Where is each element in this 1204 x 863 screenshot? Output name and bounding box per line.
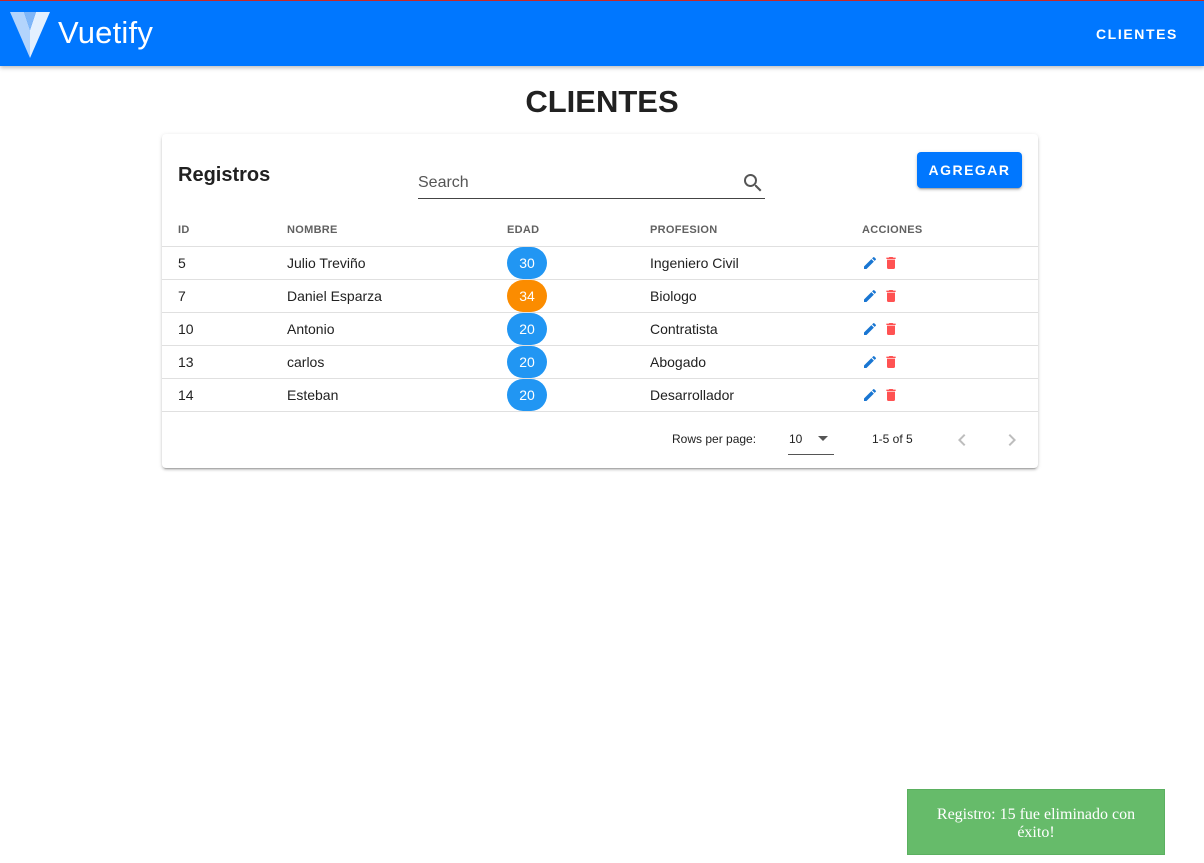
- cell-edad: 20: [491, 345, 634, 379]
- cell-profesion: Desarrollador: [634, 378, 846, 412]
- app-brand[interactable]: Vuetify: [58, 15, 153, 51]
- clients-table: ID NOMBRE EDAD PROFESION ACCIONES 5 Julio…: [162, 214, 1038, 412]
- records-card: Registros AGREGAR ID NOMBRE EDAD PROFESI…: [162, 134, 1038, 468]
- cell-edad: 30: [491, 246, 634, 280]
- search-icon[interactable]: [741, 171, 765, 195]
- cell-acciones: [846, 378, 1038, 412]
- nav-clientes-button[interactable]: CLIENTES: [1096, 26, 1178, 42]
- cell-acciones: [846, 345, 1038, 379]
- edad-chip: 20: [507, 378, 547, 411]
- cell-nombre: Antonio: [271, 312, 491, 346]
- page-title: CLIENTES: [525, 84, 679, 119]
- table-row: 13 carlos 20 Abogado: [162, 345, 1038, 379]
- edad-chip: 20: [507, 312, 547, 345]
- cell-profesion: Contratista: [634, 312, 846, 346]
- edit-icon[interactable]: [862, 288, 878, 304]
- pagination-range: 1-5 of 5: [872, 432, 913, 446]
- cell-nombre: carlos: [271, 345, 491, 379]
- delete-icon[interactable]: [883, 288, 899, 304]
- delete-icon[interactable]: [883, 387, 899, 403]
- cell-id: 5: [162, 246, 271, 280]
- cell-profesion: Abogado: [634, 345, 846, 379]
- edad-chip: 34: [507, 279, 547, 312]
- cell-id: 14: [162, 378, 271, 412]
- table-footer: Rows per page: 10 1-5 of 5: [162, 412, 1038, 468]
- rows-per-page-select[interactable]: 10: [788, 423, 834, 455]
- delete-icon[interactable]: [883, 321, 899, 337]
- edad-chip: 20: [507, 345, 547, 378]
- chevron-left-icon[interactable]: [950, 428, 974, 452]
- caret-down-icon: [818, 436, 828, 441]
- column-header-acciones: ACCIONES: [846, 214, 1038, 247]
- delete-icon[interactable]: [883, 255, 899, 271]
- table-row: 10 Antonio 20 Contratista: [162, 312, 1038, 346]
- table-row: 14 Esteban 20 Desarrollador: [162, 378, 1038, 412]
- card-title: Registros: [178, 164, 271, 186]
- column-header-edad[interactable]: EDAD: [491, 214, 634, 247]
- table-row: 7 Daniel Esparza 34 Biologo: [162, 279, 1038, 313]
- cell-acciones: [846, 246, 1038, 280]
- cell-acciones: [846, 312, 1038, 346]
- column-header-nombre[interactable]: NOMBRE: [271, 214, 491, 247]
- column-header-id[interactable]: ID: [162, 214, 271, 247]
- delete-icon[interactable]: [883, 354, 899, 370]
- cell-profesion: Ingeniero Civil: [634, 246, 846, 280]
- cell-nombre: Daniel Esparza: [271, 279, 491, 313]
- cell-nombre: Esteban: [271, 378, 491, 412]
- cell-edad: 34: [491, 279, 634, 313]
- rows-per-page-label: Rows per page:: [672, 432, 757, 446]
- search-field[interactable]: [418, 170, 765, 199]
- app-bar: Vuetify CLIENTES: [0, 0, 1204, 66]
- cell-id: 10: [162, 312, 271, 346]
- cell-profesion: Biologo: [634, 279, 846, 313]
- cell-acciones: [846, 279, 1038, 313]
- cell-id: 7: [162, 279, 271, 313]
- vuetify-logo-icon: [10, 12, 50, 58]
- edit-icon[interactable]: [862, 255, 878, 271]
- cell-edad: 20: [491, 312, 634, 346]
- search-input[interactable]: [418, 170, 728, 195]
- cell-edad: 20: [491, 378, 634, 412]
- cell-nombre: Julio Treviño: [271, 246, 491, 280]
- rows-per-page-value: 10: [789, 432, 803, 446]
- table-row: 5 Julio Treviño 30 Ingeniero Civil: [162, 246, 1038, 280]
- cell-id: 13: [162, 345, 271, 379]
- add-button[interactable]: AGREGAR: [917, 152, 1022, 188]
- edit-icon[interactable]: [862, 321, 878, 337]
- edad-chip: 30: [507, 246, 547, 279]
- column-header-profesion[interactable]: PROFESION: [634, 214, 846, 247]
- snackbar-message: Registro: 15 fue eliminado con éxito!: [907, 789, 1165, 855]
- edit-icon[interactable]: [862, 354, 878, 370]
- table-header-row: ID NOMBRE EDAD PROFESION ACCIONES: [162, 214, 1038, 247]
- edit-icon[interactable]: [862, 387, 878, 403]
- chevron-right-icon[interactable]: [1000, 428, 1024, 452]
